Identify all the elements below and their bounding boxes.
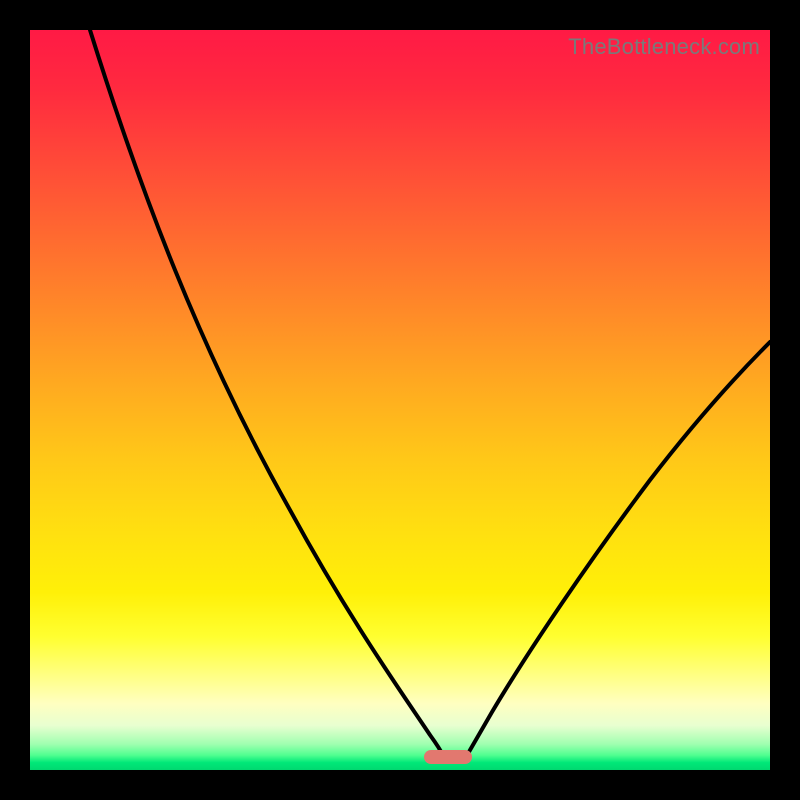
chart-frame: TheBottleneck.com bbox=[0, 0, 800, 800]
optimal-marker bbox=[424, 750, 472, 764]
plot-area: TheBottleneck.com bbox=[30, 30, 770, 770]
bottleneck-curve bbox=[30, 30, 770, 770]
curve-right-branch bbox=[466, 342, 770, 757]
curve-left-branch bbox=[90, 30, 444, 757]
watermark-text: TheBottleneck.com bbox=[568, 34, 760, 60]
